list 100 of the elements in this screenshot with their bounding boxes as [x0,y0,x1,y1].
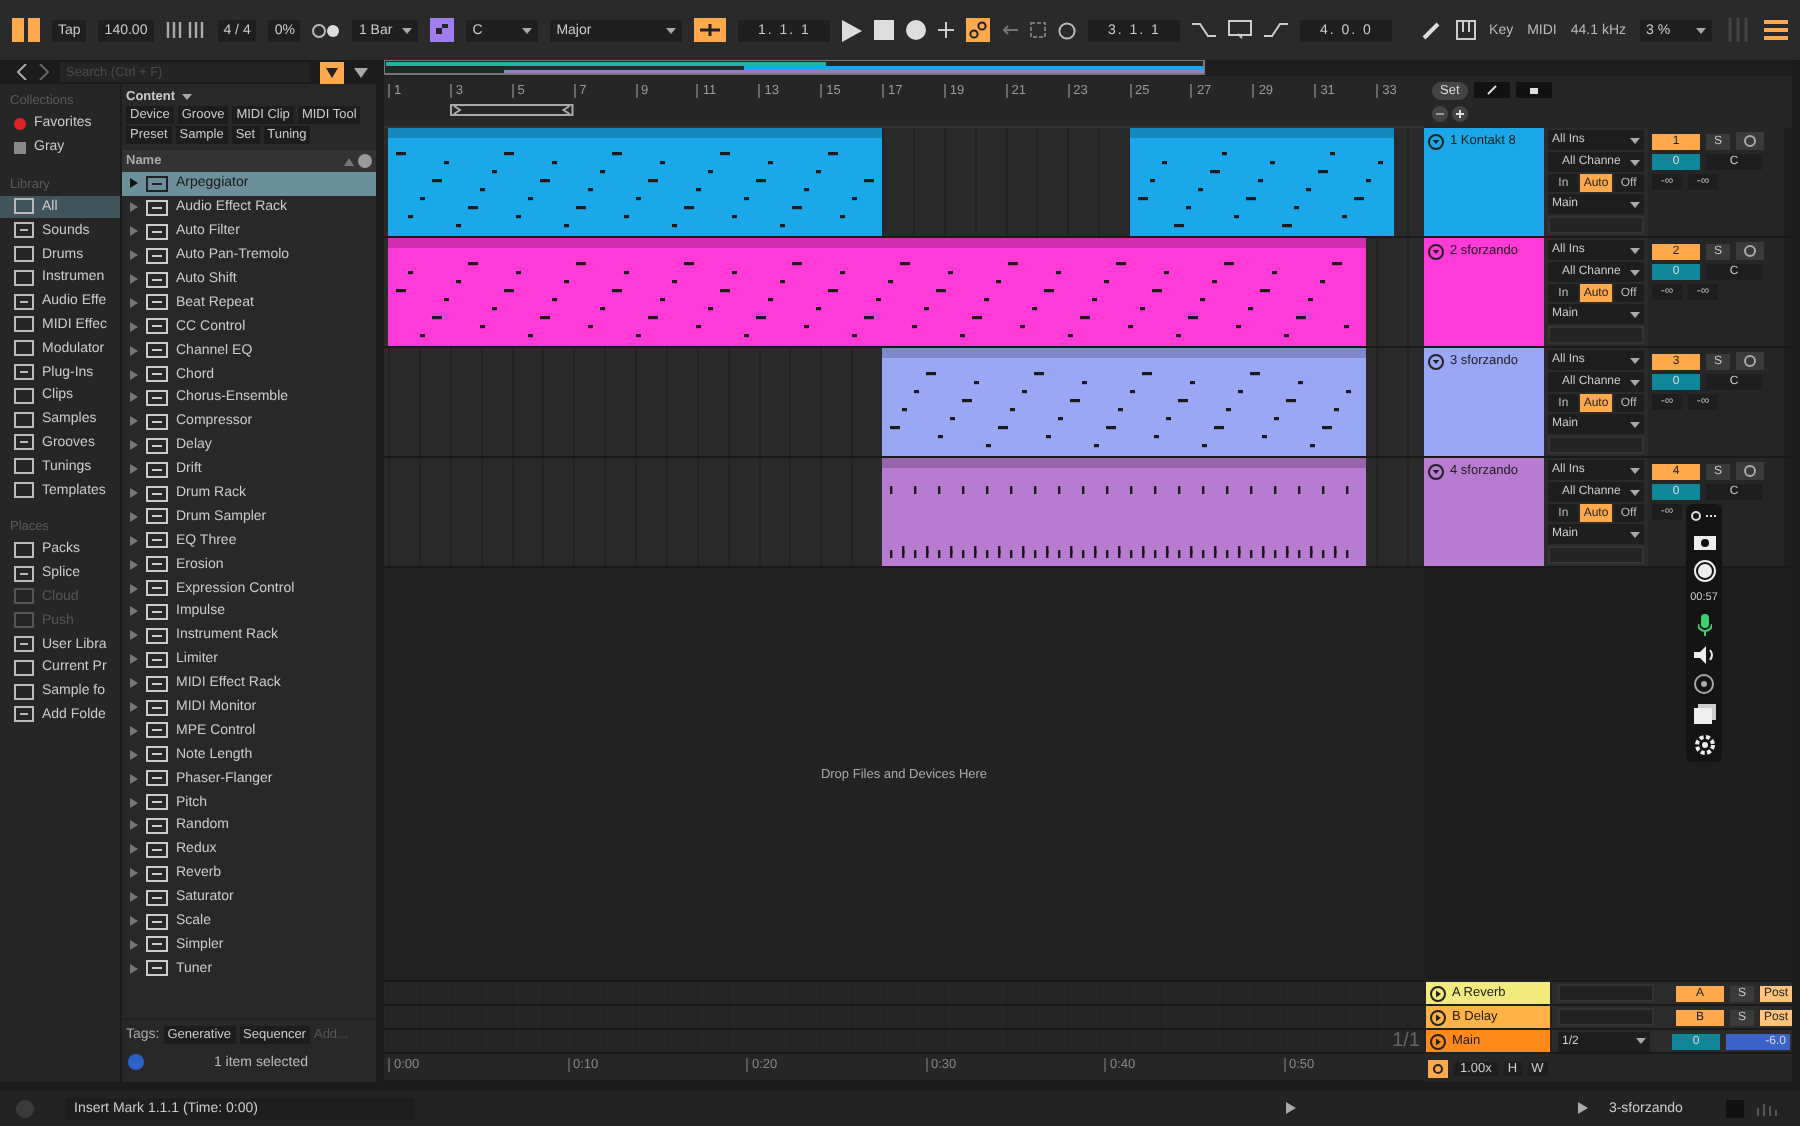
expand-arrow-icon[interactable] [130,749,138,760]
expand-arrow-icon[interactable] [130,392,138,403]
output-channel-field[interactable] [1548,546,1644,564]
fold-arrow-icon[interactable] [1428,244,1444,260]
expand-arrow-icon[interactable] [130,274,138,284]
play-arrow-icon[interactable] [1578,1102,1589,1114]
expand-arrow-icon[interactable] [130,202,138,213]
help-icon[interactable] [128,1054,144,1070]
arm-icon[interactable] [1736,242,1764,260]
overview-drawing[interactable] [384,60,1208,76]
expand-arrow-icon[interactable] [130,583,138,594]
midi-clip[interactable] [882,458,1367,566]
fold-arrow-icon[interactable] [1428,354,1444,370]
expand-arrow-icon[interactable] [130,725,138,736]
view-toggle-icon[interactable] [12,18,40,42]
capture-icon[interactable] [1030,22,1047,38]
link-icon[interactable] [1690,510,1718,522]
expand-arrow-icon[interactable] [130,678,138,689]
device-icon [146,508,168,525]
expand-arrow-icon[interactable] [130,321,138,332]
expand-arrow-icon[interactable] [130,416,138,427]
expand-arrow-icon[interactable] [130,868,138,879]
expand-arrow-icon[interactable] [130,797,138,808]
expand-arrow-icon[interactable] [130,892,138,903]
metronome-icon[interactable] [312,23,341,37]
expand-arrow-icon[interactable] [130,606,138,617]
punch-in-icon[interactable] [1192,22,1217,38]
stop-icon[interactable] [874,20,895,40]
output-channel-field[interactable] [1548,216,1644,234]
loop-icon[interactable] [1228,20,1253,40]
pencil-icon[interactable] [1421,20,1442,40]
record-button-icon[interactable] [1693,560,1715,582]
expand-arrow-icon[interactable] [130,963,138,974]
play-circle-icon[interactable] [1430,985,1446,1001]
back-icon[interactable] [16,64,28,80]
play-circle-icon[interactable] [1430,1033,1446,1049]
midi-clip[interactable] [388,128,883,236]
output-channel-field[interactable] [1548,326,1644,344]
sort-icon[interactable] [344,154,372,168]
arrow-left-icon[interactable] [1002,22,1019,38]
expand-arrow-icon[interactable] [130,226,138,237]
expand-arrow-icon[interactable] [130,440,138,451]
expand-arrow-icon[interactable] [130,773,138,784]
nudge-icon[interactable] [165,22,206,38]
microphone-icon[interactable] [1697,614,1711,636]
fold-arrow-icon[interactable] [1428,134,1444,150]
expand-arrow-icon[interactable] [130,297,138,308]
expand-arrow-icon[interactable] [130,844,138,855]
output-field[interactable] [1558,984,1654,1002]
plus-icon[interactable] [938,22,955,38]
expand-arrow-icon[interactable] [130,464,138,475]
expand-arrow-icon[interactable] [130,369,138,380]
webcam-icon[interactable] [1694,674,1714,694]
plus-icon[interactable] [1452,106,1468,122]
caret-icon[interactable] [354,67,368,77]
arm-icon[interactable] [1736,352,1764,370]
forward-icon[interactable] [38,64,50,80]
punch-out-icon[interactable] [1264,22,1289,38]
arm-icon[interactable] [1736,132,1764,150]
filter-icon[interactable] [320,61,344,83]
expand-arrow-icon[interactable] [130,939,138,950]
crosshair-icon[interactable] [1428,1059,1448,1077]
settings-icon[interactable] [1693,734,1715,756]
menu-icon[interactable] [1764,18,1788,42]
speaker-icon[interactable] [1693,646,1715,664]
expand-arrow-icon[interactable] [130,630,138,641]
device-icon [146,294,168,311]
play-circle-icon[interactable] [1430,1009,1446,1025]
midi-clip[interactable] [1129,128,1395,236]
expand-icon[interactable] [1473,82,1510,98]
play-icon[interactable] [842,19,863,41]
automation-arm-icon[interactable] [966,18,991,42]
output-channel-field[interactable] [1548,436,1644,454]
minus-icon[interactable] [1432,106,1448,122]
expand-arrow-icon[interactable] [130,535,138,546]
expand-arrow-icon[interactable] [130,654,138,665]
keyboard-icon[interactable] [1455,20,1476,40]
midi-clip[interactable] [882,348,1367,456]
device-icon [146,413,168,430]
arm-icon[interactable] [1736,462,1764,480]
window-icon[interactable] [1693,704,1715,724]
follow-icon[interactable] [694,18,727,42]
expand-arrow-icon[interactable] [130,250,138,261]
loop-brace-drawing[interactable] [449,104,574,116]
output-field[interactable] [1558,1008,1654,1026]
expand-arrow-icon[interactable] [130,916,138,927]
expand-arrow-icon[interactable] [130,820,138,831]
scale-icon[interactable] [430,18,455,42]
camera-icon[interactable] [1693,532,1715,550]
expand-arrow-icon[interactable] [130,559,138,570]
expand-arrow-icon[interactable] [130,488,138,499]
lock-icon[interactable] [1515,82,1552,98]
circle-icon[interactable] [1058,21,1077,39]
record-icon[interactable] [906,20,927,40]
expand-arrow-icon[interactable] [130,345,138,356]
fold-arrow-icon[interactable] [1428,464,1444,480]
expand-arrow-icon[interactable] [130,511,138,522]
expand-arrow-icon[interactable] [130,702,138,713]
expand-arrow-icon[interactable] [130,178,138,189]
play-arrow-icon[interactable] [1286,1102,1297,1114]
